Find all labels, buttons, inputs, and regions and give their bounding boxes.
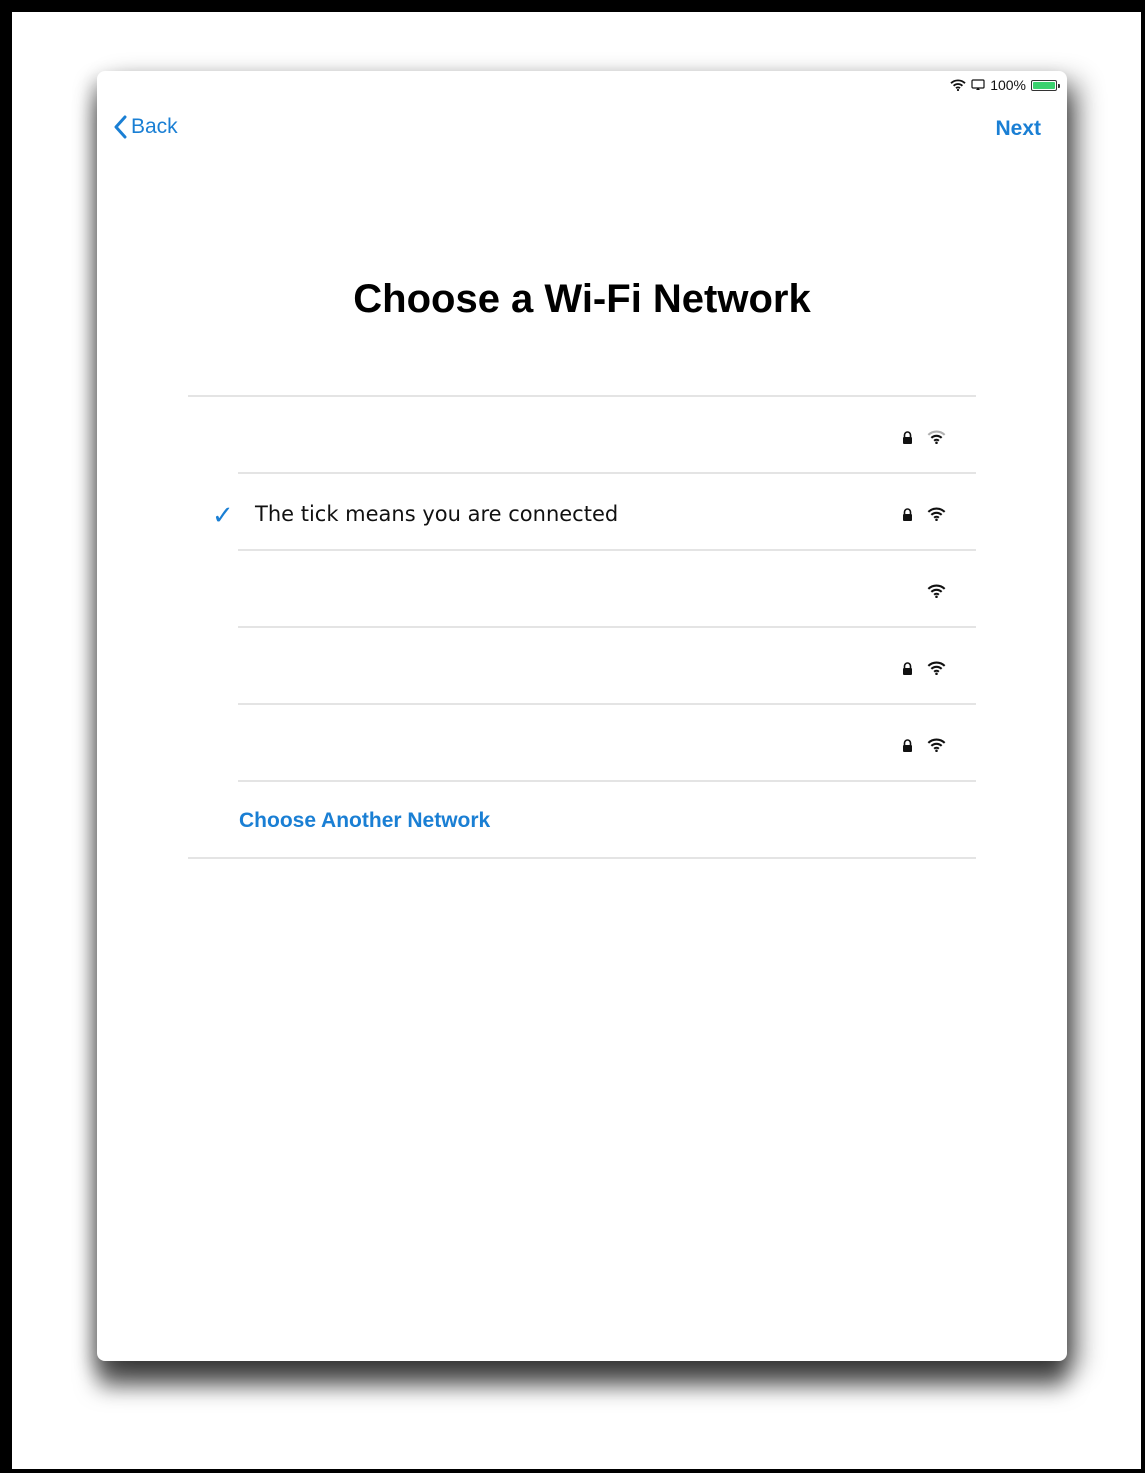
lock-icon — [903, 430, 912, 444]
checkmark-icon: ✓ — [212, 500, 234, 530]
lock-icon — [903, 507, 912, 521]
back-button[interactable]: Back — [113, 115, 178, 139]
battery-percent: 100% — [990, 77, 1026, 93]
lock-icon — [903, 738, 912, 752]
next-button[interactable]: Next — [995, 117, 1041, 141]
list-bottom-divider — [188, 857, 976, 859]
network-row-1[interactable] — [188, 397, 976, 474]
ipad-screen: 100% Back Next Choose a Wi-Fi Network ✓ … — [97, 71, 1067, 1361]
wifi-icon — [927, 430, 946, 444]
frame-border-bottom — [0, 1469, 1145, 1473]
choose-another-network-button[interactable]: Choose Another Network — [188, 782, 976, 857]
wifi-icon — [927, 661, 946, 675]
wifi-icon — [950, 79, 966, 91]
screen-mirror-icon — [971, 79, 985, 90]
network-row-4[interactable] — [188, 628, 976, 705]
battery-charging-icon — [1031, 79, 1060, 91]
network-row-2[interactable]: ✓ The tick means you are connected — [188, 474, 976, 551]
wifi-icon — [927, 738, 946, 752]
network-row-3[interactable] — [188, 551, 976, 628]
network-row-5[interactable] — [188, 705, 976, 782]
back-label: Back — [131, 115, 178, 138]
lock-icon — [903, 661, 912, 675]
network-list: ✓ The tick means you are connected Choos… — [188, 395, 976, 859]
network-name: The tick means you are connected — [255, 502, 619, 526]
frame-border-left — [0, 0, 12, 1473]
chevron-left-icon — [114, 115, 127, 139]
choose-another-network-label: Choose Another Network — [239, 809, 491, 832]
status-bar: 100% — [950, 77, 1060, 93]
frame-border-right — [1141, 0, 1145, 1473]
frame-border-top — [0, 0, 1145, 12]
wifi-icon — [927, 507, 946, 521]
page-title: Choose a Wi-Fi Network — [353, 277, 811, 321]
wifi-icon — [927, 584, 946, 598]
